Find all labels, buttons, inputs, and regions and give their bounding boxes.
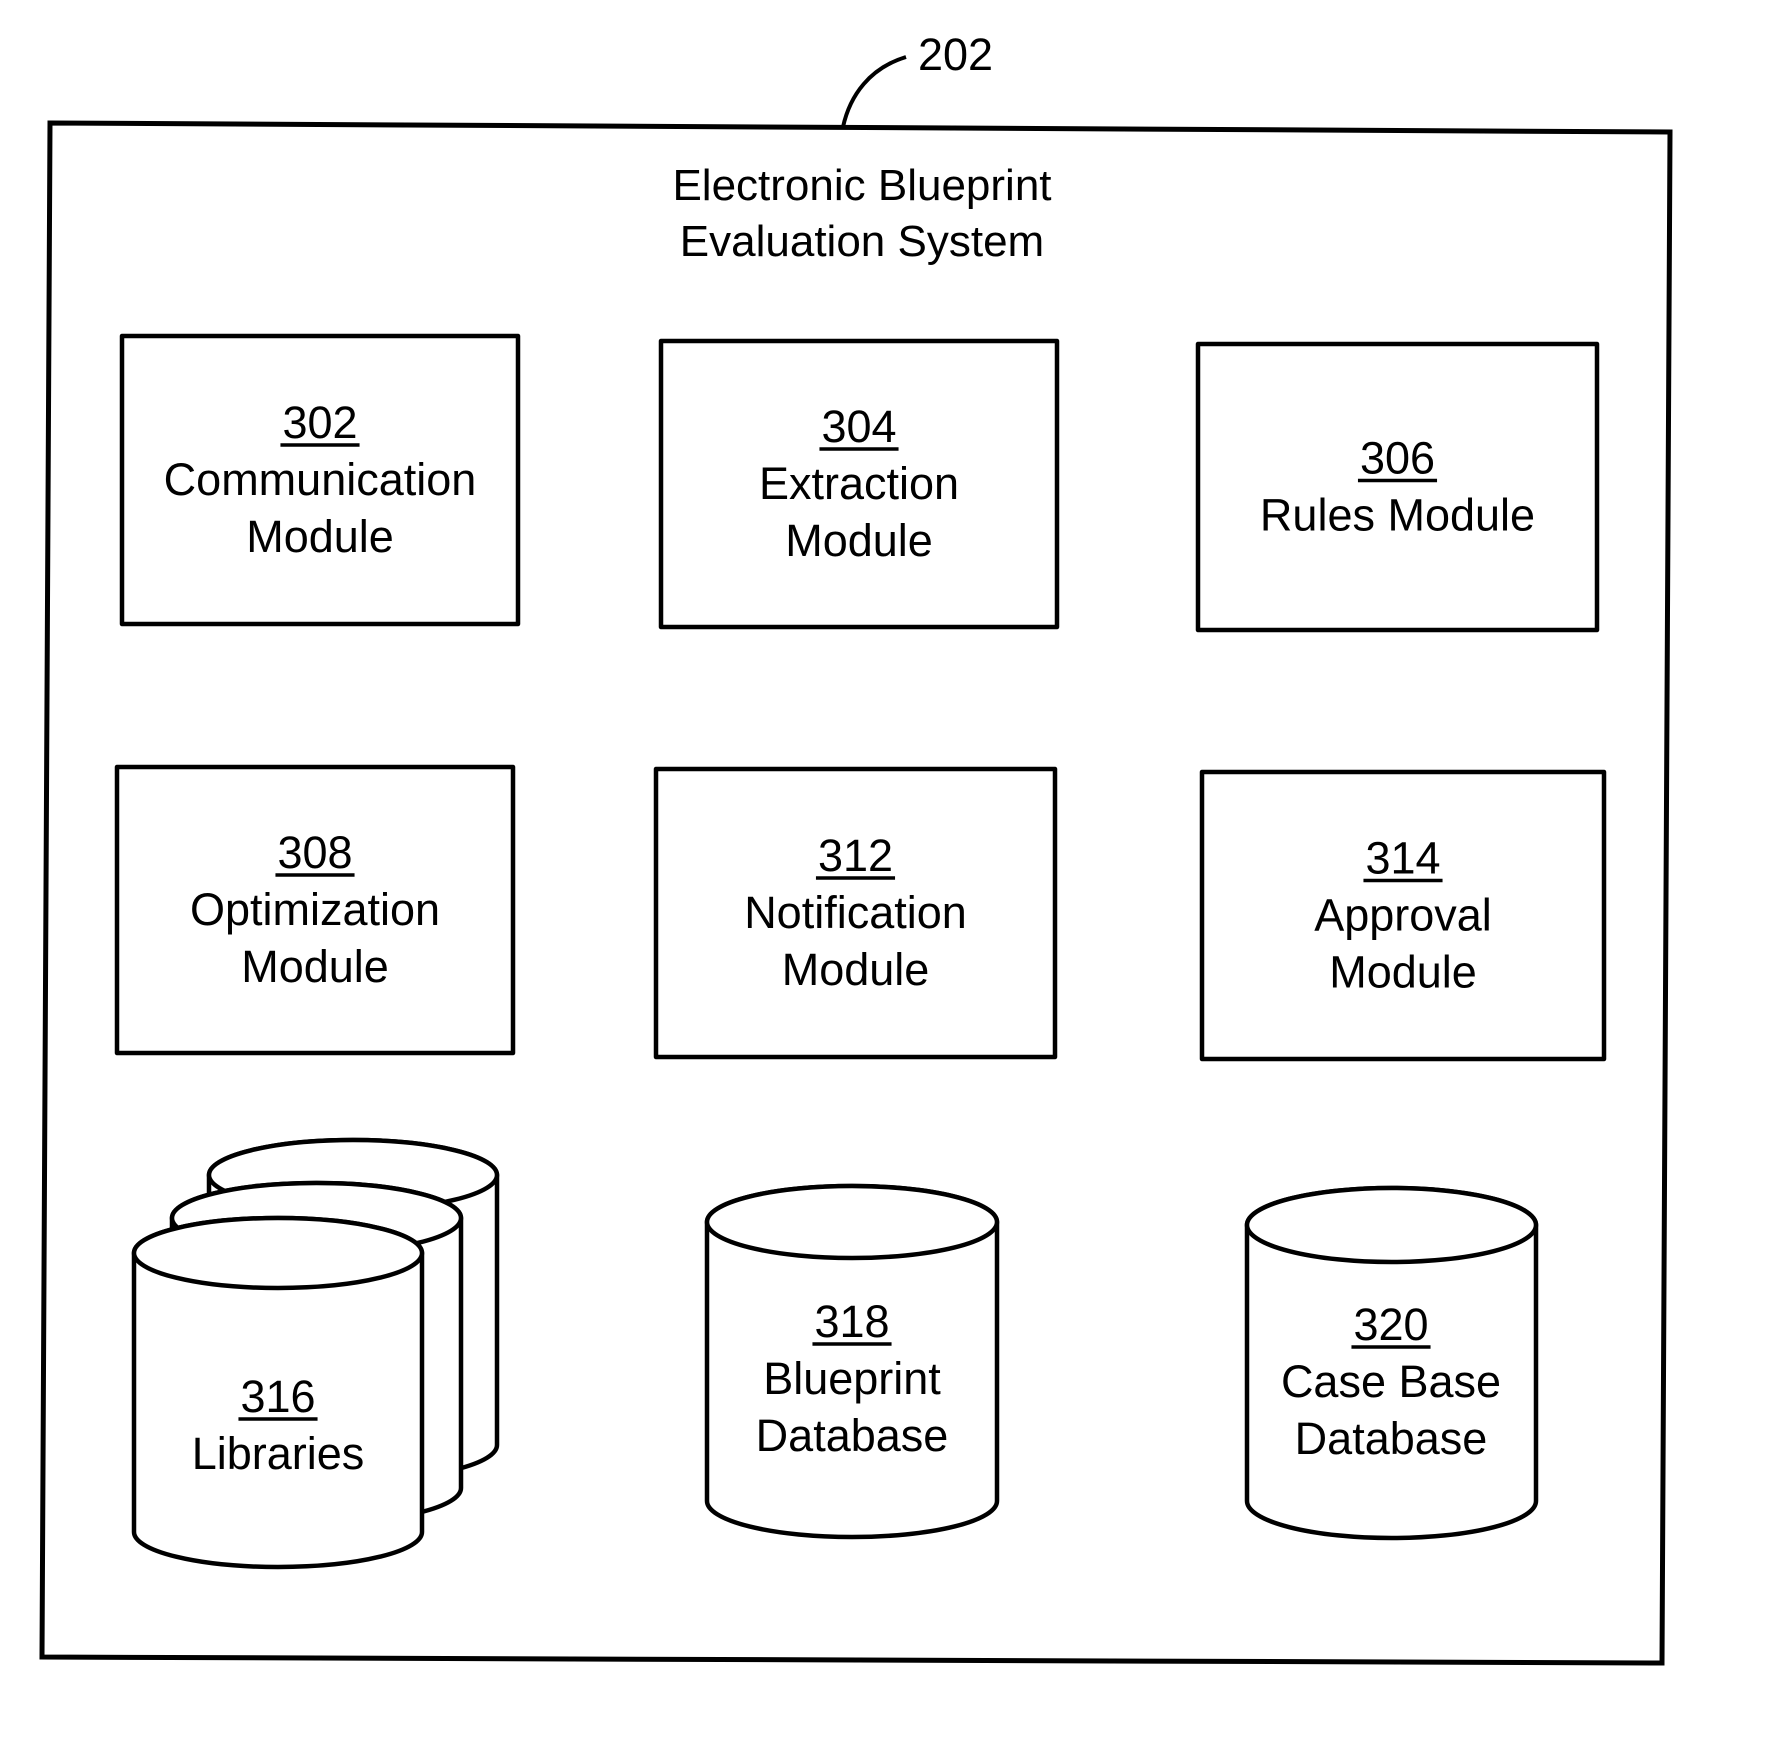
reference-number: 316: [240, 1371, 315, 1422]
component-label-line: Optimization: [190, 884, 440, 935]
reference-number: 302: [282, 397, 357, 448]
leader-line: [841, 55, 907, 128]
module-304: 304 Extraction Module: [658, 338, 1060, 630]
system-title: Electronic Blueprint Evaluation System: [672, 161, 1051, 266]
component-label-line: Module: [241, 941, 389, 992]
module-308: 308 Optimization Module: [114, 764, 516, 1056]
data-stores-layer: 316 Libraries 318 Blueprint Database 320 Case …: [131, 1137, 1539, 1570]
cylinder-top: [1244, 1185, 1539, 1265]
component-label-line: Extraction: [759, 458, 959, 509]
data-store-318: 318 Blueprint Database: [704, 1183, 1000, 1540]
reference-number: 308: [277, 827, 352, 878]
reference-number: 318: [814, 1296, 889, 1347]
system-title-line-2: Evaluation System: [680, 217, 1044, 266]
data-store-316: 316 Libraries: [131, 1137, 500, 1570]
reference-202: 202: [841, 29, 993, 128]
reference-number: 304: [821, 401, 896, 452]
component-label-line: Blueprint: [763, 1353, 941, 1404]
component-label-line: Libraries: [192, 1428, 365, 1479]
component-label-line: Module: [782, 944, 930, 995]
module-306: 306 Rules Module: [1195, 341, 1600, 633]
reference-number-label: 202: [918, 29, 993, 80]
module-box: [1195, 341, 1600, 633]
component-label-line: Module: [785, 515, 933, 566]
module-312: 312 Notification Module: [653, 766, 1058, 1060]
system-title-line-1: Electronic Blueprint: [672, 161, 1051, 210]
component-label-line: Communication: [164, 454, 477, 505]
module-314: 314 Approval Module: [1199, 769, 1607, 1062]
reference-number: 314: [1365, 833, 1440, 884]
component-label-line: Notification: [744, 887, 967, 938]
component-label-line: Module: [246, 511, 394, 562]
reference-number: 306: [1360, 433, 1435, 484]
component-label-line: Database: [756, 1410, 949, 1461]
component-label-line: Module: [1329, 947, 1477, 998]
component-label-line: Approval: [1314, 890, 1492, 941]
reference-number: 312: [818, 830, 893, 881]
cylinder-top: [131, 1215, 425, 1291]
component-label-line: Case Base: [1281, 1356, 1501, 1407]
data-store-320: 320 Case Base Database: [1244, 1185, 1539, 1541]
modules-layer: 302 Communication Module 304 Extraction Modul…: [114, 333, 1607, 1062]
module-302: 302 Communication Module: [119, 333, 521, 627]
reference-number: 320: [1353, 1299, 1428, 1350]
cylinder-top: [704, 1183, 1000, 1261]
component-label-line: Database: [1295, 1413, 1488, 1464]
system-block-diagram: 202 Electronic Blueprint Evaluation Syst…: [39, 29, 1673, 1666]
component-label-line: Rules Module: [1260, 490, 1535, 541]
